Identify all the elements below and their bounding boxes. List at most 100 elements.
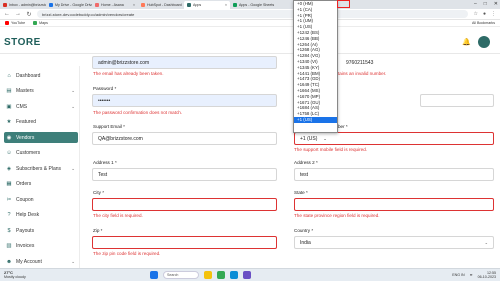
sidebar-item-subscribers-plans[interactable]: ◈ Subscribers & Plans ⌄	[4, 163, 80, 174]
sidebar-item-orders[interactable]: ▦ Orders	[4, 179, 80, 190]
address2-field[interactable]: test	[294, 168, 494, 181]
store-logo[interactable]: STORE	[4, 37, 41, 48]
sidebar-item-invoices[interactable]: ▧ Invoices	[4, 241, 80, 252]
bookmarks-bar: YouTube Maps All Bookmarks	[0, 20, 500, 27]
browser-tab[interactable]: My Drive - Google Drive×	[46, 1, 92, 9]
sidebar-icon: $	[7, 227, 11, 234]
zip-label: Zip *	[93, 228, 103, 233]
phone-value: 9760211543	[346, 59, 374, 66]
zip-error: The zip pin code field is required.	[93, 251, 161, 256]
tab-label: Home - Asana	[101, 3, 124, 7]
support-email-field[interactable]: QA@brizzstore.com	[92, 132, 277, 145]
state-label: State *	[294, 190, 308, 195]
browser-tab[interactable]: Inbox - admin@brizzstore...×	[0, 1, 46, 9]
sidebar-item-label: Payouts	[16, 227, 35, 234]
sidebar-item-vendors[interactable]: ◉ Vendors	[4, 132, 78, 143]
sidebar-icon: ◉	[6, 134, 12, 141]
state-field[interactable]	[294, 198, 494, 211]
star-icon[interactable]: ☆	[473, 11, 477, 17]
sidebar-item-label: Subscribers & Plans	[16, 165, 62, 172]
menu-icon[interactable]: ⋮	[491, 11, 496, 17]
chevron-down-icon: ⌄	[71, 88, 75, 93]
url-field[interactable]: brizzl-store-dev.codebuddy.co/admin/vend…	[37, 10, 469, 18]
clock[interactable]: 12:55 06-10-2023	[478, 271, 496, 279]
forward-icon[interactable]: →	[15, 11, 21, 17]
bookmark-label: Maps	[39, 21, 48, 25]
close-tab-icon[interactable]: ×	[133, 3, 135, 7]
weather-text: Mostly cloudy	[4, 275, 26, 279]
minimize-icon[interactable]: –	[474, 1, 477, 7]
maximize-icon[interactable]: □	[484, 1, 487, 7]
sidebar-item-help-desk[interactable]: ? Help Desk	[4, 210, 80, 221]
chevron-down-icon: ⌄	[71, 165, 75, 171]
sidebar-item-masters[interactable]: ▤ Masters ⌄	[4, 86, 80, 97]
dropdown-option[interactable]: +1 (US)	[294, 116, 337, 123]
tab-label: My Drive - Google Drive	[55, 3, 92, 7]
chevron-down-icon: ⌄	[71, 258, 75, 264]
highlight-box	[337, 0, 350, 8]
city-field[interactable]	[92, 198, 277, 211]
sidebar-icon: ?	[7, 212, 11, 218]
country-code-select[interactable]: +1 (US)	[300, 136, 317, 142]
password-error: The password confirmation does not match…	[93, 110, 183, 115]
profile-icon[interactable]: ●	[483, 11, 486, 17]
close-window-icon[interactable]: ✕	[494, 1, 498, 7]
sidebar-item-payouts[interactable]: $ Payouts	[4, 225, 80, 236]
sidebar-item-label: Vendors	[16, 134, 35, 141]
password-value: •••••••	[98, 97, 111, 104]
taskbar-search[interactable]: Search	[163, 271, 199, 279]
avatar[interactable]	[478, 36, 490, 48]
country-select[interactable]: India ⌄	[294, 236, 494, 249]
sidebar-item-customers[interactable]: ☺ Customers	[4, 148, 80, 159]
taskbar: 27°C Mostly cloudy Search ENG IN ≋ 12:55…	[0, 268, 500, 281]
tab-favicon-icon	[141, 3, 145, 7]
sidebar-item-label: Featured	[16, 119, 37, 125]
windows-start-icon[interactable]	[150, 271, 158, 279]
email-error: The email has already been taken.	[93, 71, 164, 76]
browser-tab-strip: Inbox - admin@brizzstore...×My Drive - G…	[0, 0, 500, 9]
file-explorer-icon[interactable]	[204, 271, 212, 279]
support-email-label: Support Email *	[93, 124, 125, 129]
browser-tab[interactable]: HubSpot - Dashboard×	[138, 1, 184, 9]
close-tab-icon[interactable]: ×	[225, 3, 227, 7]
bookmark-label: YouTube	[11, 21, 26, 25]
language-indicator[interactable]: ENG IN	[452, 273, 464, 277]
sidebar-item-cms[interactable]: ▣ CMS ⌄	[4, 101, 80, 112]
notification-bell-icon[interactable]: 🔔	[462, 38, 471, 46]
bookmark-maps[interactable]: Maps	[33, 21, 48, 25]
bookmark-youtube[interactable]: YouTube	[5, 21, 25, 25]
sidebar-item-coupon[interactable]: ✂ Coupon	[4, 194, 80, 205]
sidebar-icon: ☺	[6, 150, 12, 156]
phone-error: tains an invalid number.	[338, 71, 387, 76]
browser-tab[interactable]: Apps ×	[184, 1, 230, 9]
sidebar-item-dashboard[interactable]: ⌂ Dashboard	[4, 70, 80, 81]
sidebar-item-my-account[interactable]: ☻ My Account ⌄	[4, 256, 80, 267]
wifi-icon[interactable]: ≋	[470, 273, 473, 277]
email-field[interactable]: admin@brizzstore.com	[92, 56, 277, 69]
password-confirm-field[interactable]	[420, 94, 494, 107]
back-icon[interactable]: ←	[4, 11, 10, 17]
support-mobile-field[interactable]: +1 (US) ⌄	[294, 132, 494, 145]
browser-tab[interactable]: Apps - Google Sheets×	[230, 1, 276, 9]
country-code-dropdown[interactable]: +0 (HM) +1 (CA) +1 (PR) +1 (UM) +1 (US) +1242…	[293, 0, 338, 133]
address1-field[interactable]: Test	[92, 168, 277, 181]
sidebar-item-label: Help Desk	[16, 212, 40, 218]
zip-field[interactable]	[92, 236, 277, 249]
country-label: Country *	[294, 228, 314, 233]
tab-favicon-icon	[3, 3, 7, 7]
app-icon[interactable]	[243, 271, 251, 279]
weather-widget[interactable]: 27°C Mostly cloudy	[4, 271, 26, 280]
reload-icon[interactable]: ↻	[26, 11, 32, 18]
chrome-icon[interactable]	[217, 271, 225, 279]
browser-tab[interactable]: Home - Asana ×	[92, 1, 138, 9]
country-value: India	[300, 239, 311, 246]
sidebar-icon: ★	[6, 119, 12, 125]
sidebar-item-featured[interactable]: ★ Featured	[4, 117, 80, 128]
sidebar-item-label: CMS	[16, 103, 28, 110]
city-error: The city field is required.	[93, 213, 143, 218]
password-field[interactable]: •••••••	[92, 94, 277, 107]
all-bookmarks[interactable]: All Bookmarks	[472, 21, 495, 25]
edge-icon[interactable]	[230, 271, 238, 279]
sidebar-icon: ◈	[6, 165, 12, 172]
tab-label: HubSpot - Dashboard	[147, 3, 182, 7]
